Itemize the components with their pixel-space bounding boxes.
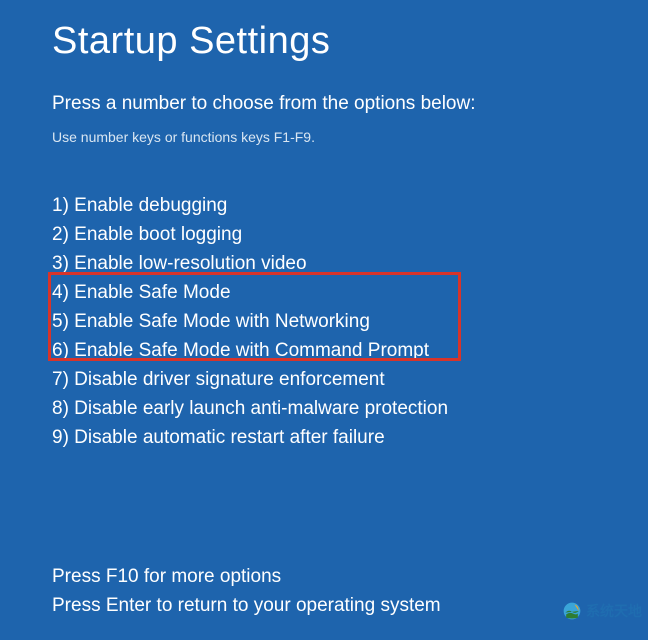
option-9[interactable]: 9) Disable automatic restart after failu…	[52, 423, 596, 452]
hint-text: Use number keys or functions keys F1-F9.	[52, 129, 596, 145]
option-4[interactable]: 4) Enable Safe Mode	[52, 278, 596, 307]
option-2[interactable]: 2) Enable boot logging	[52, 220, 596, 249]
option-6[interactable]: 6) Enable Safe Mode with Command Prompt	[52, 336, 596, 365]
globe-icon	[562, 601, 582, 621]
watermark-text: 系统天地	[586, 601, 642, 621]
option-1[interactable]: 1) Enable debugging	[52, 191, 596, 220]
option-7[interactable]: 7) Disable driver signature enforcement	[52, 365, 596, 394]
page-title: Startup Settings	[52, 20, 596, 63]
instruction-text: Press a number to choose from the option…	[52, 93, 596, 115]
option-5[interactable]: 5) Enable Safe Mode with Networking	[52, 307, 596, 336]
footer: Press F10 for more options Press Enter t…	[52, 562, 596, 620]
option-3[interactable]: 3) Enable low-resolution video	[52, 249, 596, 278]
footer-more: Press F10 for more options	[52, 562, 596, 591]
watermark: 系统天地	[562, 601, 642, 621]
footer-return: Press Enter to return to your operating …	[52, 591, 596, 620]
option-8[interactable]: 8) Disable early launch anti-malware pro…	[52, 394, 596, 423]
options-list: 1) Enable debugging 2) Enable boot loggi…	[52, 191, 596, 452]
